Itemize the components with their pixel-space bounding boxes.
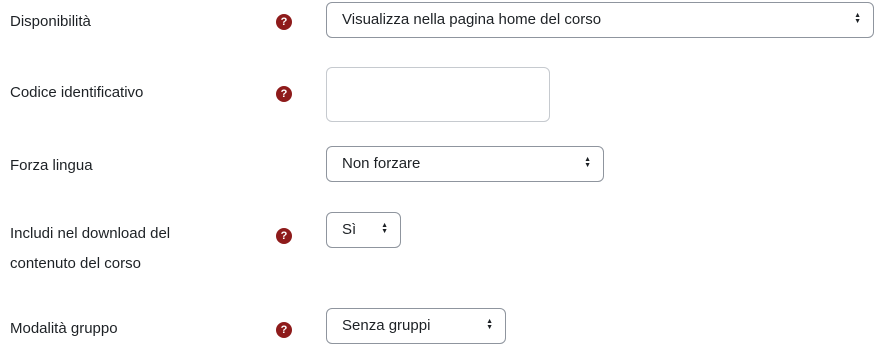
downloadcontent-label-line1: Includi nel download del — [10, 225, 171, 242]
availability-select-value: Visualizza nella pagina home del corso — [342, 11, 602, 28]
groupmode-label: Modalità gruppo — [10, 320, 118, 337]
groupmode-select-value: Senza gruppi — [342, 317, 431, 334]
groupmode-select[interactable]: Senza gruppi ▲ ▼ — [326, 308, 506, 344]
availability-label: Disponibilità — [10, 13, 91, 30]
question-circle-icon[interactable]: ? — [276, 86, 292, 102]
select-caret-icon: ▲ ▼ — [381, 222, 388, 236]
question-circle-icon[interactable]: ? — [276, 228, 292, 244]
downloadcontent-label-line2: contenuto del corso — [10, 255, 141, 272]
question-circle-icon[interactable]: ? — [276, 322, 292, 338]
downloadcontent-select-value: Sì — [342, 221, 357, 238]
availability-select[interactable]: Visualizza nella pagina home del corso ▲… — [326, 2, 874, 38]
select-caret-icon: ▲ ▼ — [854, 12, 861, 26]
downloadcontent-select[interactable]: Sì ▲ ▼ — [326, 212, 401, 248]
idnumber-label: Codice identificativo — [10, 84, 144, 101]
select-caret-icon: ▲ ▼ — [584, 156, 591, 170]
select-caret-icon: ▲ ▼ — [486, 318, 493, 332]
forcelanguage-select-value: Non forzare — [342, 155, 421, 172]
idnumber-input[interactable] — [326, 67, 550, 122]
forcelanguage-label: Forza lingua — [10, 157, 93, 174]
forcelanguage-select[interactable]: Non forzare ▲ ▼ — [326, 146, 604, 182]
question-circle-icon[interactable]: ? — [276, 14, 292, 30]
